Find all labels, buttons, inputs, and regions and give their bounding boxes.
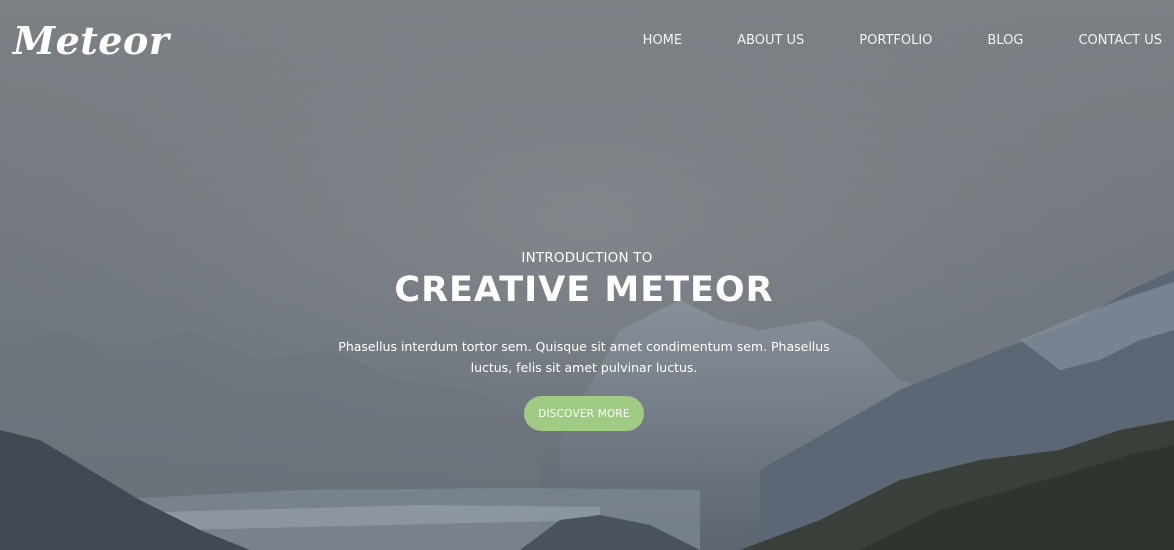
- hero-title: CREATIVE METEOR: [394, 270, 774, 310]
- nav-item-portfolio[interactable]: PORTFOLIO: [859, 33, 932, 49]
- hero-section: Meteor HOME ABOUT US PORTFOLIO BLOG CONT…: [0, 0, 1174, 550]
- nav-item-contact-us[interactable]: CONTACT US: [1078, 33, 1162, 49]
- nav-item-home[interactable]: HOME: [643, 33, 682, 49]
- nav-item-blog[interactable]: BLOG: [987, 33, 1023, 49]
- site-logo[interactable]: Meteor: [13, 18, 169, 63]
- nav-item-about-us[interactable]: ABOUT US: [737, 33, 804, 49]
- discover-more-button[interactable]: DISCOVER MORE: [524, 396, 644, 431]
- hero-eyebrow: INTRODUCTION TO: [521, 250, 653, 266]
- hero-description: Phasellus interdum tortor sem. Quisque s…: [338, 339, 830, 375]
- main-navigation: HOME ABOUT US PORTFOLIO BLOG CONTACT US: [643, 33, 1162, 49]
